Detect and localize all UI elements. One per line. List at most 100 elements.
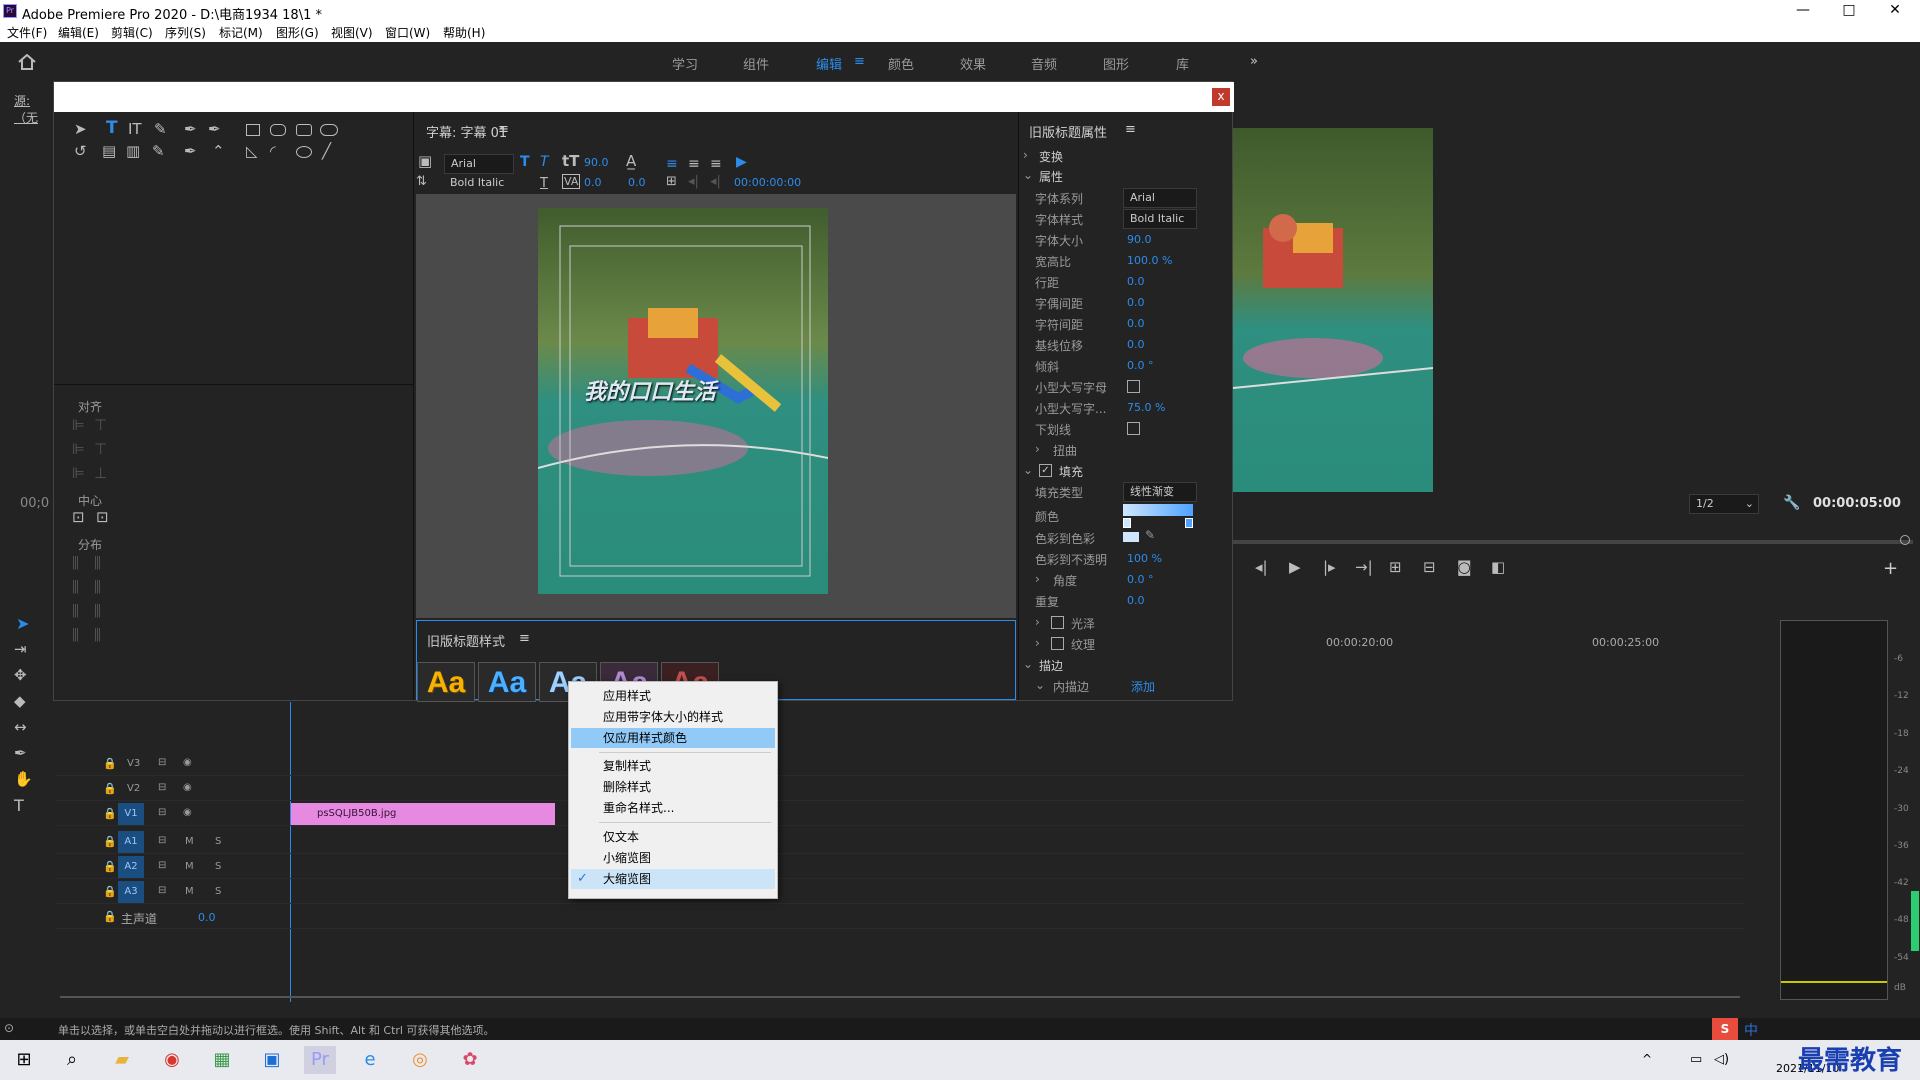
wrench-icon[interactable]: 🔧 xyxy=(1783,495,1800,511)
selection-tool-icon[interactable]: ➤ xyxy=(74,120,87,138)
solo-button[interactable]: S xyxy=(215,861,221,872)
new-title-icon[interactable]: ▣ xyxy=(418,152,432,170)
rounded-rect-tool-icon[interactable] xyxy=(270,124,286,136)
distribute-icon[interactable]: ⫼ xyxy=(94,554,101,572)
style-swatch-gold[interactable]: Aa xyxy=(417,662,475,702)
chrome-icon[interactable]: ◉ xyxy=(156,1046,188,1074)
gradient-stop-right[interactable] xyxy=(1185,518,1193,528)
sheen-checkbox[interactable] xyxy=(1051,616,1064,629)
vertical-type-tool-icon[interactable]: IT xyxy=(128,120,142,138)
center-vertical-icon[interactable]: ⊡ xyxy=(96,508,109,526)
style-swatch-blue[interactable]: Aa xyxy=(478,662,536,702)
lock-icon[interactable]: 🔒 xyxy=(103,835,117,848)
align-left-icon[interactable]: ⊫ xyxy=(72,416,85,434)
lock-icon[interactable]: 🔒 xyxy=(103,807,117,820)
type-tool-icon[interactable]: T xyxy=(14,796,24,815)
area-type-tool-icon[interactable]: ▤ xyxy=(102,142,116,160)
font-style-dropdown[interactable]: Bold Italic xyxy=(1123,209,1197,229)
source-tab[interactable]: 源:（无 xyxy=(14,92,53,126)
workspace-audio[interactable]: 音频 xyxy=(1031,54,1057,73)
hand-tool-icon[interactable]: ✋ xyxy=(14,770,33,788)
pen-tool-icon[interactable]: ✒ xyxy=(184,120,197,138)
scrubber-end-handle[interactable] xyxy=(1900,535,1910,545)
delete-anchor-tool-icon[interactable]: ✒ xyxy=(208,120,221,138)
track-select-tool-icon[interactable]: ⇥ xyxy=(14,640,27,658)
small-caps-size-value[interactable]: 75.0 % xyxy=(1127,401,1165,414)
show-background-video-icon[interactable]: ▶ xyxy=(736,154,747,170)
zoom-select[interactable]: 1/2 ⌄ xyxy=(1689,494,1759,514)
minimize-button[interactable]: — xyxy=(1780,0,1826,22)
repeat-value[interactable]: 0.0 xyxy=(1127,594,1145,607)
add-anchor-tool-icon[interactable]: ✒ xyxy=(184,142,197,160)
menu-small-thumbnails[interactable]: 小缩览图 xyxy=(571,848,775,868)
ime-mode[interactable]: 中 xyxy=(1744,1020,1758,1040)
volume-icon[interactable]: ◁) xyxy=(1714,1052,1729,1067)
chevron-down-icon[interactable]: ⌄ xyxy=(1035,678,1045,692)
leading-prop-value[interactable]: 0.0 xyxy=(1127,275,1145,288)
mute-button[interactable]: M xyxy=(185,861,194,872)
title-canvas[interactable]: 我的口口生活 xyxy=(416,194,1016,618)
font-style-select[interactable]: Bold Italic xyxy=(444,174,514,194)
line-tool-icon[interactable]: ╱ xyxy=(322,142,331,160)
chevron-right-icon[interactable]: › xyxy=(1035,442,1040,456)
timeline-scrollbar[interactable] xyxy=(60,996,1740,998)
more-workspaces-icon[interactable]: » xyxy=(1250,54,1258,69)
solo-button[interactable]: S xyxy=(215,836,221,847)
pen-tool-icon[interactable]: ✒ xyxy=(14,744,27,762)
chevron-up-icon[interactable]: ^ xyxy=(1642,1052,1652,1066)
opacity-value[interactable]: 100 % xyxy=(1127,552,1162,565)
menu-sequence[interactable]: 序列(S) xyxy=(165,24,206,41)
chevron-down-icon[interactable]: ⌄ xyxy=(1023,168,1033,182)
clipped-rect-tool-icon[interactable] xyxy=(296,124,312,136)
align-right-icon[interactable]: ⊫ xyxy=(72,464,85,482)
underline-checkbox[interactable] xyxy=(1127,422,1140,435)
workspace-graphics[interactable]: 图形 xyxy=(1103,54,1129,73)
properties-menu-icon[interactable]: ≡ xyxy=(1125,122,1136,137)
distribute-icon[interactable]: ⫼ xyxy=(72,602,79,620)
baseline-shift-value[interactable]: 0.0 xyxy=(1127,338,1145,351)
export-frame-icon[interactable]: ◙ xyxy=(1457,558,1472,576)
italic-icon[interactable]: T xyxy=(540,154,549,170)
solo-button[interactable]: S xyxy=(215,886,221,897)
menu-view[interactable]: 视图(V) xyxy=(331,24,373,41)
close-window-button[interactable]: ✕ xyxy=(1872,0,1918,22)
eye-icon[interactable]: ◉ xyxy=(183,782,192,793)
aspect-value[interactable]: 100.0 % xyxy=(1127,254,1172,267)
lock-icon[interactable]: 🔒 xyxy=(103,885,117,898)
step-back-icon[interactable]: ◂| xyxy=(1255,558,1268,576)
font-size-prop-value[interactable]: 90.0 xyxy=(1127,233,1152,246)
app-icon[interactable]: ▦ xyxy=(206,1046,238,1074)
menu-delete-style[interactable]: 删除样式 xyxy=(571,777,775,797)
eye-icon[interactable]: ◉ xyxy=(183,807,192,818)
small-caps-checkbox[interactable] xyxy=(1127,380,1140,393)
stroke-section[interactable]: 描边 xyxy=(1039,657,1063,674)
app-icon[interactable]: ◎ xyxy=(404,1046,436,1074)
extract-icon[interactable]: ⊟ xyxy=(1423,558,1436,576)
sogou-ime-icon[interactable]: S xyxy=(1712,1018,1738,1040)
workspace-color[interactable]: 颜色 xyxy=(888,54,914,73)
tab-stops-icon[interactable]: ⊞ xyxy=(666,174,677,189)
tracking-value[interactable]: 0.0 xyxy=(1127,317,1145,330)
panel-menu-icon[interactable]: ≡ xyxy=(498,122,509,137)
ripple-edit-tool-icon[interactable]: ✥ xyxy=(14,666,27,684)
menu-help[interactable]: 帮助(H) xyxy=(443,24,485,41)
menu-window[interactable]: 窗口(W) xyxy=(385,24,430,41)
center-horizontal-icon[interactable]: ⊡ xyxy=(72,508,85,526)
play-icon[interactable]: ◂| xyxy=(710,174,721,189)
eyedropper-icon[interactable]: ✎ xyxy=(1145,528,1155,542)
maximize-button[interactable]: □ xyxy=(1826,0,1872,22)
align-center-text-icon[interactable]: ≡ xyxy=(688,156,700,172)
font-size-value[interactable]: 90.0 xyxy=(584,156,609,169)
toggle-sync-icon[interactable]: ⊟ xyxy=(158,860,166,871)
transform-section[interactable]: 变换 xyxy=(1039,148,1063,165)
windows-start-icon[interactable]: ⊞ xyxy=(8,1046,40,1074)
chevron-right-icon[interactable]: › xyxy=(1035,615,1040,629)
distribute-icon[interactable]: ⫼ xyxy=(72,554,79,572)
convert-anchor-tool-icon[interactable]: ⌃ xyxy=(212,142,225,160)
text-size-icon[interactable]: ⇅ xyxy=(416,174,427,189)
menu-clip[interactable]: 剪辑(C) xyxy=(111,24,153,41)
angle-value[interactable]: 0.0 ° xyxy=(1127,573,1154,586)
distribute-icon[interactable]: ⫼ xyxy=(72,578,79,596)
track-target-a1[interactable]: A1 xyxy=(118,831,144,853)
align-vcenter-icon[interactable]: ⊤ xyxy=(94,440,107,458)
